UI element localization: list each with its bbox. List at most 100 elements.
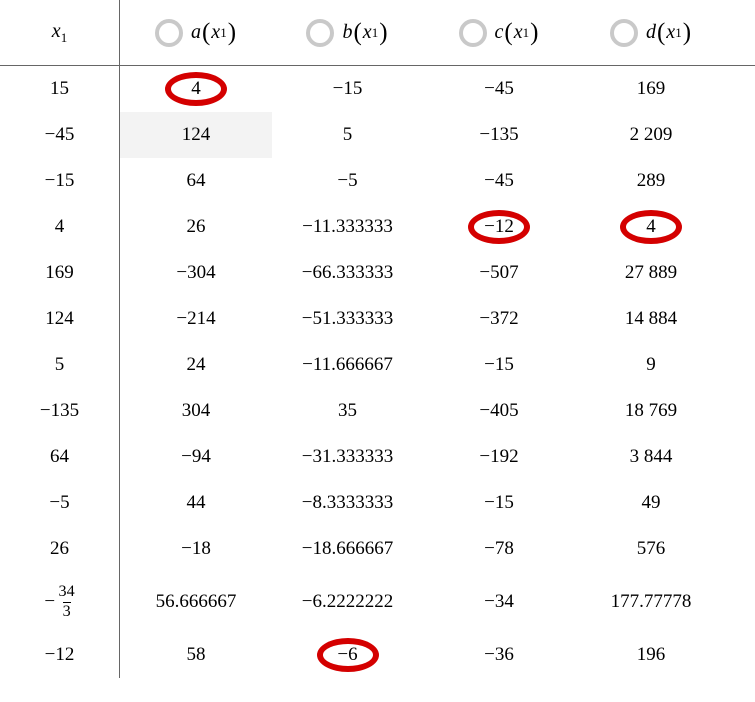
cell-value: −372: [479, 308, 518, 330]
cell-a: 58: [120, 632, 272, 678]
cell-value: −214: [176, 308, 215, 330]
cell-b: −51.333333: [272, 296, 423, 342]
cell-x: 4: [0, 204, 120, 250]
cell-c: −34: [423, 572, 575, 632]
cell-value: −135: [479, 124, 518, 146]
cell-value: 14 884: [625, 308, 677, 330]
cell-a: 26: [120, 204, 272, 250]
cell-value: −405: [479, 400, 518, 422]
cell-trailing: [727, 112, 755, 158]
cell-d: 9: [575, 342, 727, 388]
cell-value: 9: [646, 354, 656, 376]
table-body: 154−15−45169−451245−1352 209−1564−5−4528…: [0, 66, 755, 678]
cell-value: −192: [479, 446, 518, 468]
cell-x: 5: [0, 342, 120, 388]
cell-value: −6: [337, 644, 357, 666]
cell-c: −45: [423, 66, 575, 112]
cell-x: 15: [0, 66, 120, 112]
cell-value: −507: [479, 262, 518, 284]
cell-d: 169: [575, 66, 727, 112]
radio-a[interactable]: [155, 19, 183, 47]
cell-c: −12: [423, 204, 575, 250]
header-trailing: [727, 0, 755, 65]
cell-value: 44: [187, 492, 206, 514]
table-row: 524−11.666667−159: [0, 342, 755, 388]
table-header-row: x1 a(x1) b(x1) c(x1) d(x1): [0, 0, 755, 66]
cell-value: −135: [40, 400, 79, 422]
cell-a: 4: [120, 66, 272, 112]
cell-value: 177.77778: [611, 591, 692, 613]
cell-b: −11.333333: [272, 204, 423, 250]
radio-d[interactable]: [610, 19, 638, 47]
cell-value: −36: [484, 644, 514, 666]
cell-value: −304: [176, 262, 215, 284]
radio-b[interactable]: [306, 19, 334, 47]
cell-x: 169: [0, 250, 120, 296]
cell-a: 304: [120, 388, 272, 434]
cell-a: −214: [120, 296, 272, 342]
cell-value: 5: [55, 354, 65, 376]
cell-value: −31.333333: [302, 446, 393, 468]
cell-value: −45: [45, 124, 75, 146]
cell-a: −94: [120, 434, 272, 480]
cell-d: 14 884: [575, 296, 727, 342]
cell-a: 24: [120, 342, 272, 388]
header-c-x1[interactable]: c(x1): [423, 0, 575, 65]
header-a-x1[interactable]: a(x1): [120, 0, 272, 65]
table-row: −1564−5−45289: [0, 158, 755, 204]
cell-value: 64: [50, 446, 69, 468]
cell-value: −45: [484, 78, 514, 100]
cell-d: 49: [575, 480, 727, 526]
cell-d: 4: [575, 204, 727, 250]
cell-a: −304: [120, 250, 272, 296]
fraction-sign: −: [44, 591, 55, 613]
cell-b: 5: [272, 112, 423, 158]
cell-b: −8.3333333: [272, 480, 423, 526]
cell-x: 64: [0, 434, 120, 480]
cell-value: −12: [484, 216, 514, 238]
cell-value: 5: [343, 124, 353, 146]
cell-value: −11.666667: [302, 354, 393, 376]
cell-value: −34: [484, 591, 514, 613]
cell-d: 196: [575, 632, 727, 678]
cell-value: 64: [187, 170, 206, 192]
cell-value: −6.2222222: [302, 591, 393, 613]
header-d-x1[interactable]: d(x1): [575, 0, 727, 65]
cell-a: 44: [120, 480, 272, 526]
cell-a: −18: [120, 526, 272, 572]
cell-value: 27 889: [625, 262, 677, 284]
header-b-x1[interactable]: b(x1): [272, 0, 423, 65]
cell-d: 18 769: [575, 388, 727, 434]
cell-c: −405: [423, 388, 575, 434]
cell-value: 304: [182, 400, 211, 422]
cell-d: 177.77778: [575, 572, 727, 632]
table-row: 4 26−11.333333 −12 4: [0, 204, 755, 250]
cell-x: −5: [0, 480, 120, 526]
cell-d: 576: [575, 526, 727, 572]
table-row: −544−8.3333333−1549: [0, 480, 755, 526]
cell-value: −12: [45, 644, 75, 666]
cell-value: 24: [187, 354, 206, 376]
fraction: 343: [59, 584, 75, 619]
cell-x: −45: [0, 112, 120, 158]
cell-value: 2 209: [630, 124, 673, 146]
cell-value: −15: [333, 78, 363, 100]
cell-c: −36: [423, 632, 575, 678]
cell-value: 56.666667: [156, 591, 237, 613]
cell-trailing: [727, 250, 755, 296]
cell-value: −51.333333: [302, 308, 393, 330]
cell-d: 3 844: [575, 434, 727, 480]
cell-c: −45: [423, 158, 575, 204]
radio-c[interactable]: [459, 19, 487, 47]
cell-value: 49: [642, 492, 661, 514]
cell-value: 35: [338, 400, 357, 422]
cell-c: −78: [423, 526, 575, 572]
cell-value: 18 769: [625, 400, 677, 422]
cell-c: −507: [423, 250, 575, 296]
cell-value: 4: [55, 216, 65, 238]
cell-d: 289: [575, 158, 727, 204]
cell-trailing: [727, 66, 755, 112]
cell-value: 15: [50, 78, 69, 100]
header-x1: x1: [0, 0, 120, 65]
cell-x: −15: [0, 158, 120, 204]
